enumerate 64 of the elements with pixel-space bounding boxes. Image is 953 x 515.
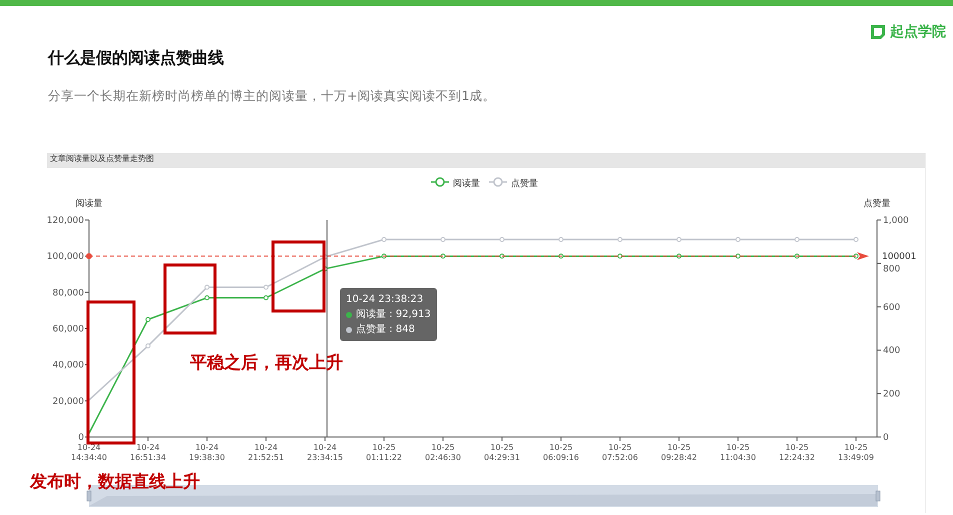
arrowhead-icon: [857, 252, 869, 260]
point: [794, 237, 800, 242]
mark-line-start-dot: [86, 253, 92, 260]
logo-name: 起点学院: [890, 23, 946, 41]
logo-icon: [869, 23, 887, 41]
legend-item[interactable]: 阅读量: [431, 177, 480, 189]
axis-tick-label: 10-25 12:24:32: [779, 443, 815, 462]
point: [736, 237, 740, 242]
point: [264, 295, 268, 300]
axis-tick-label: 120,000: [47, 216, 84, 226]
right-axis-title: 点赞量: [864, 199, 890, 209]
axis-tick-label: 1,000: [883, 216, 909, 226]
point: [204, 295, 210, 300]
axis-tick-label: 400: [883, 346, 900, 356]
axis-tick-label: 10-25 13:49:09: [838, 443, 874, 462]
axis-tick-label: 80,000: [52, 288, 84, 298]
tooltip-value: 点赞量 : 848: [356, 322, 415, 337]
point: [146, 343, 150, 348]
axis-tick-label: 10-25 07:52:06: [602, 443, 638, 462]
point: [204, 284, 210, 290]
axis-tick-label: 40,000: [52, 360, 84, 371]
chart-title: 文章阅读量以及点赞量走势图: [47, 153, 925, 168]
highlight-frame: [272, 240, 326, 312]
left-axis-title: 阅读量: [76, 199, 102, 209]
point: [854, 237, 858, 242]
axis-tick-label: 10-24 16:51:34: [130, 443, 166, 462]
mark-line-label: 100001: [882, 252, 916, 262]
tooltip-time: 10-24 23:38:23: [346, 293, 424, 307]
axis-tick-label: 10-24 21:52:51: [248, 443, 284, 462]
point: [264, 284, 268, 290]
point: [440, 237, 446, 242]
legend-label: 阅读量: [453, 178, 480, 189]
point: [676, 237, 682, 242]
axis-tick-label: 20,000: [52, 396, 84, 407]
page-title: 什么是假的阅读点赞曲线: [48, 48, 225, 68]
point: [736, 254, 740, 259]
axis-tick-label: 800: [883, 264, 900, 274]
axis-tick-label: 10-24 14:34:40: [71, 443, 107, 462]
axis-tick-label: 10-25 11:04:30: [720, 443, 756, 462]
point: [618, 237, 622, 242]
point: [500, 237, 504, 242]
point: [382, 237, 386, 242]
axis-tick-label: 10-25 02:46:30: [425, 443, 461, 462]
axis-tick-label: 10-25 06:09:16: [543, 443, 579, 462]
axis-tick-label: 100,000: [47, 252, 84, 262]
highlight-frame: [164, 264, 216, 334]
point: [146, 316, 150, 322]
axis-tick-label: 0: [883, 433, 889, 443]
tooltip-value: 阅读量 : 92,913: [356, 308, 431, 322]
axis-tick-label: 0: [78, 433, 84, 443]
axis-tick-label: 10-25 01:11:22: [366, 443, 402, 462]
callout-text: 发布时，数据直线上升: [30, 471, 200, 493]
axis-tick-label: 600: [883, 302, 900, 313]
axis-tick-label: 10-25 09:28:42: [661, 443, 697, 462]
page-subtitle: 分享一个长期在新榜时尚榜单的博主的阅读量，十万+阅读真实阅读不到1成。: [48, 88, 496, 104]
axis-tick-label: 10-25 04:29:31: [484, 443, 520, 462]
point: [618, 254, 622, 259]
axis-tick-label: 10-24 19:38:30: [189, 443, 225, 462]
point: [558, 237, 564, 242]
axis-tick-label: 60,000: [52, 324, 84, 334]
axis-tick-label: 200: [883, 390, 900, 400]
legend-label: 点赞量: [511, 178, 538, 189]
legend-item[interactable]: 点赞量: [489, 177, 538, 189]
axis-tick-label: 10-24 23:34:15: [307, 443, 343, 462]
